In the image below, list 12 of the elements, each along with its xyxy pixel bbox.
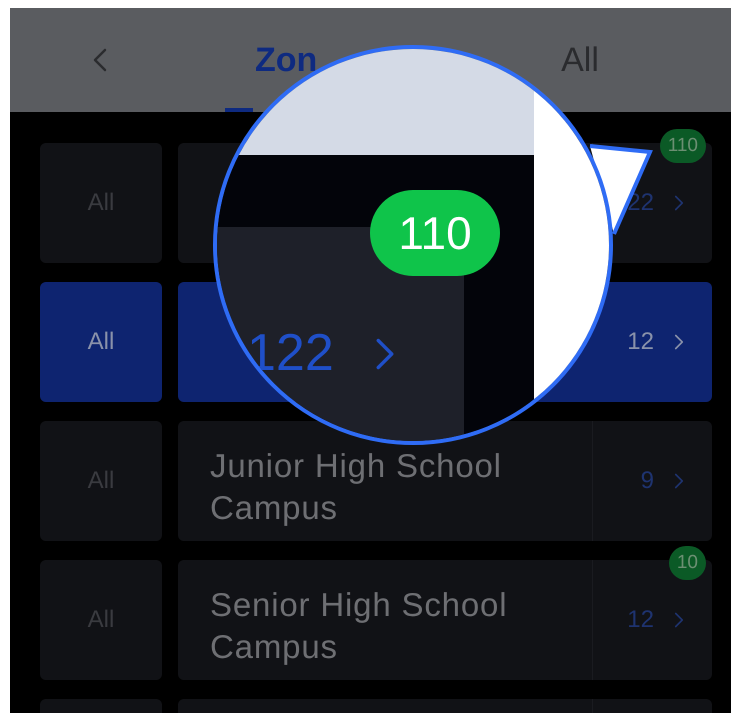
filter-label: All [88,327,114,357]
tab[interactable]: Zon [255,43,318,77]
count-badge: 110 [660,129,706,163]
zone-name: Junior High School Campus [210,446,503,528]
count-label: 9 [640,466,654,496]
count-label: 12 [627,327,654,357]
count-badge: 10 [668,546,706,580]
filter-cell[interactable]: All [40,282,162,402]
count-label: 12 [627,605,654,635]
zone-card[interactable]: Junior High School Campus 9 [178,421,712,541]
zoomed-count-label: 122 [247,327,334,379]
zone-name: Senior High School Campus [210,585,508,667]
